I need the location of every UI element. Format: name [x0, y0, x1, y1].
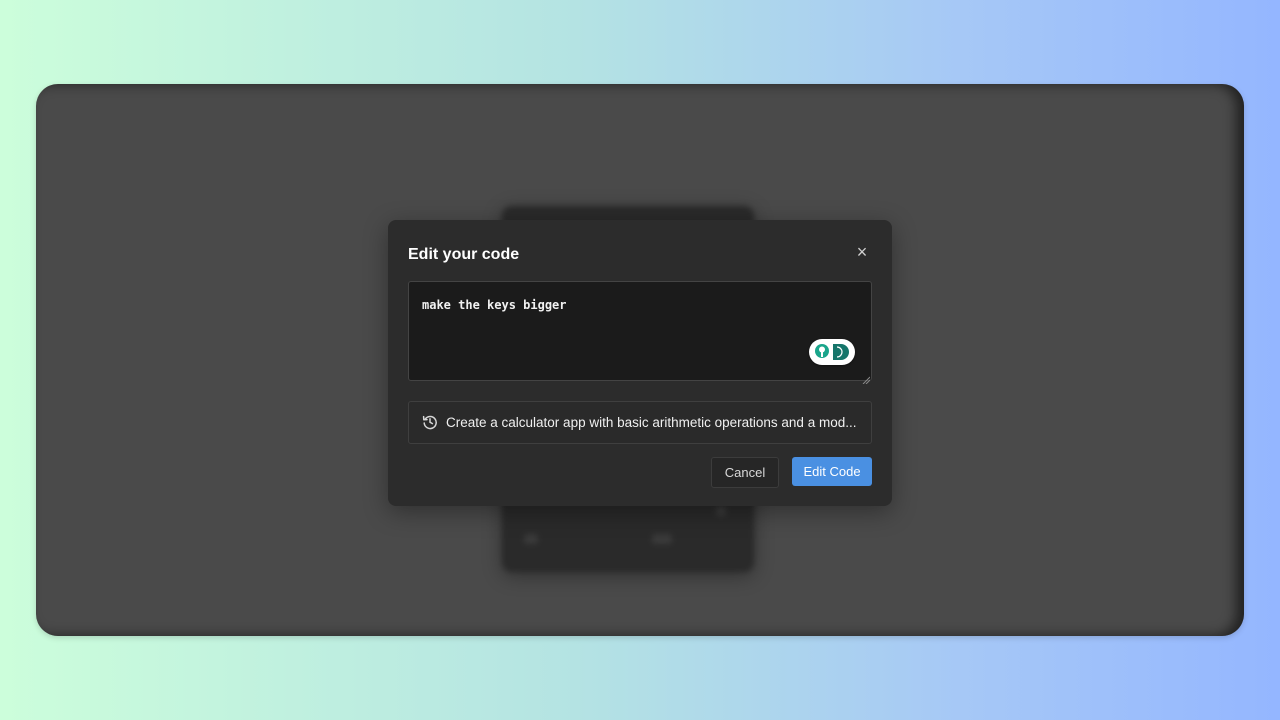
grammarly-icon[interactable] [809, 339, 855, 365]
prompt-history-item[interactable]: Create a calculator app with basic arith… [408, 401, 872, 444]
history-icon [422, 414, 438, 430]
edit-code-dialog: Edit your code × make the keys bigger Cr… [388, 220, 892, 506]
edit-code-button[interactable]: Edit Code [792, 457, 872, 486]
prompt-textarea[interactable]: make the keys bigger [408, 281, 872, 385]
close-button[interactable]: × [854, 243, 870, 261]
dialog-title: Edit your code [408, 246, 520, 263]
app-window: Edit your code × make the keys bigger Cr… [36, 84, 1244, 636]
history-item-label: Create a calculator app with basic arith… [446, 415, 857, 430]
resize-handle-icon[interactable] [862, 371, 871, 385]
prompt-text: make the keys bigger [422, 298, 567, 312]
cancel-button[interactable]: Cancel [711, 457, 779, 488]
